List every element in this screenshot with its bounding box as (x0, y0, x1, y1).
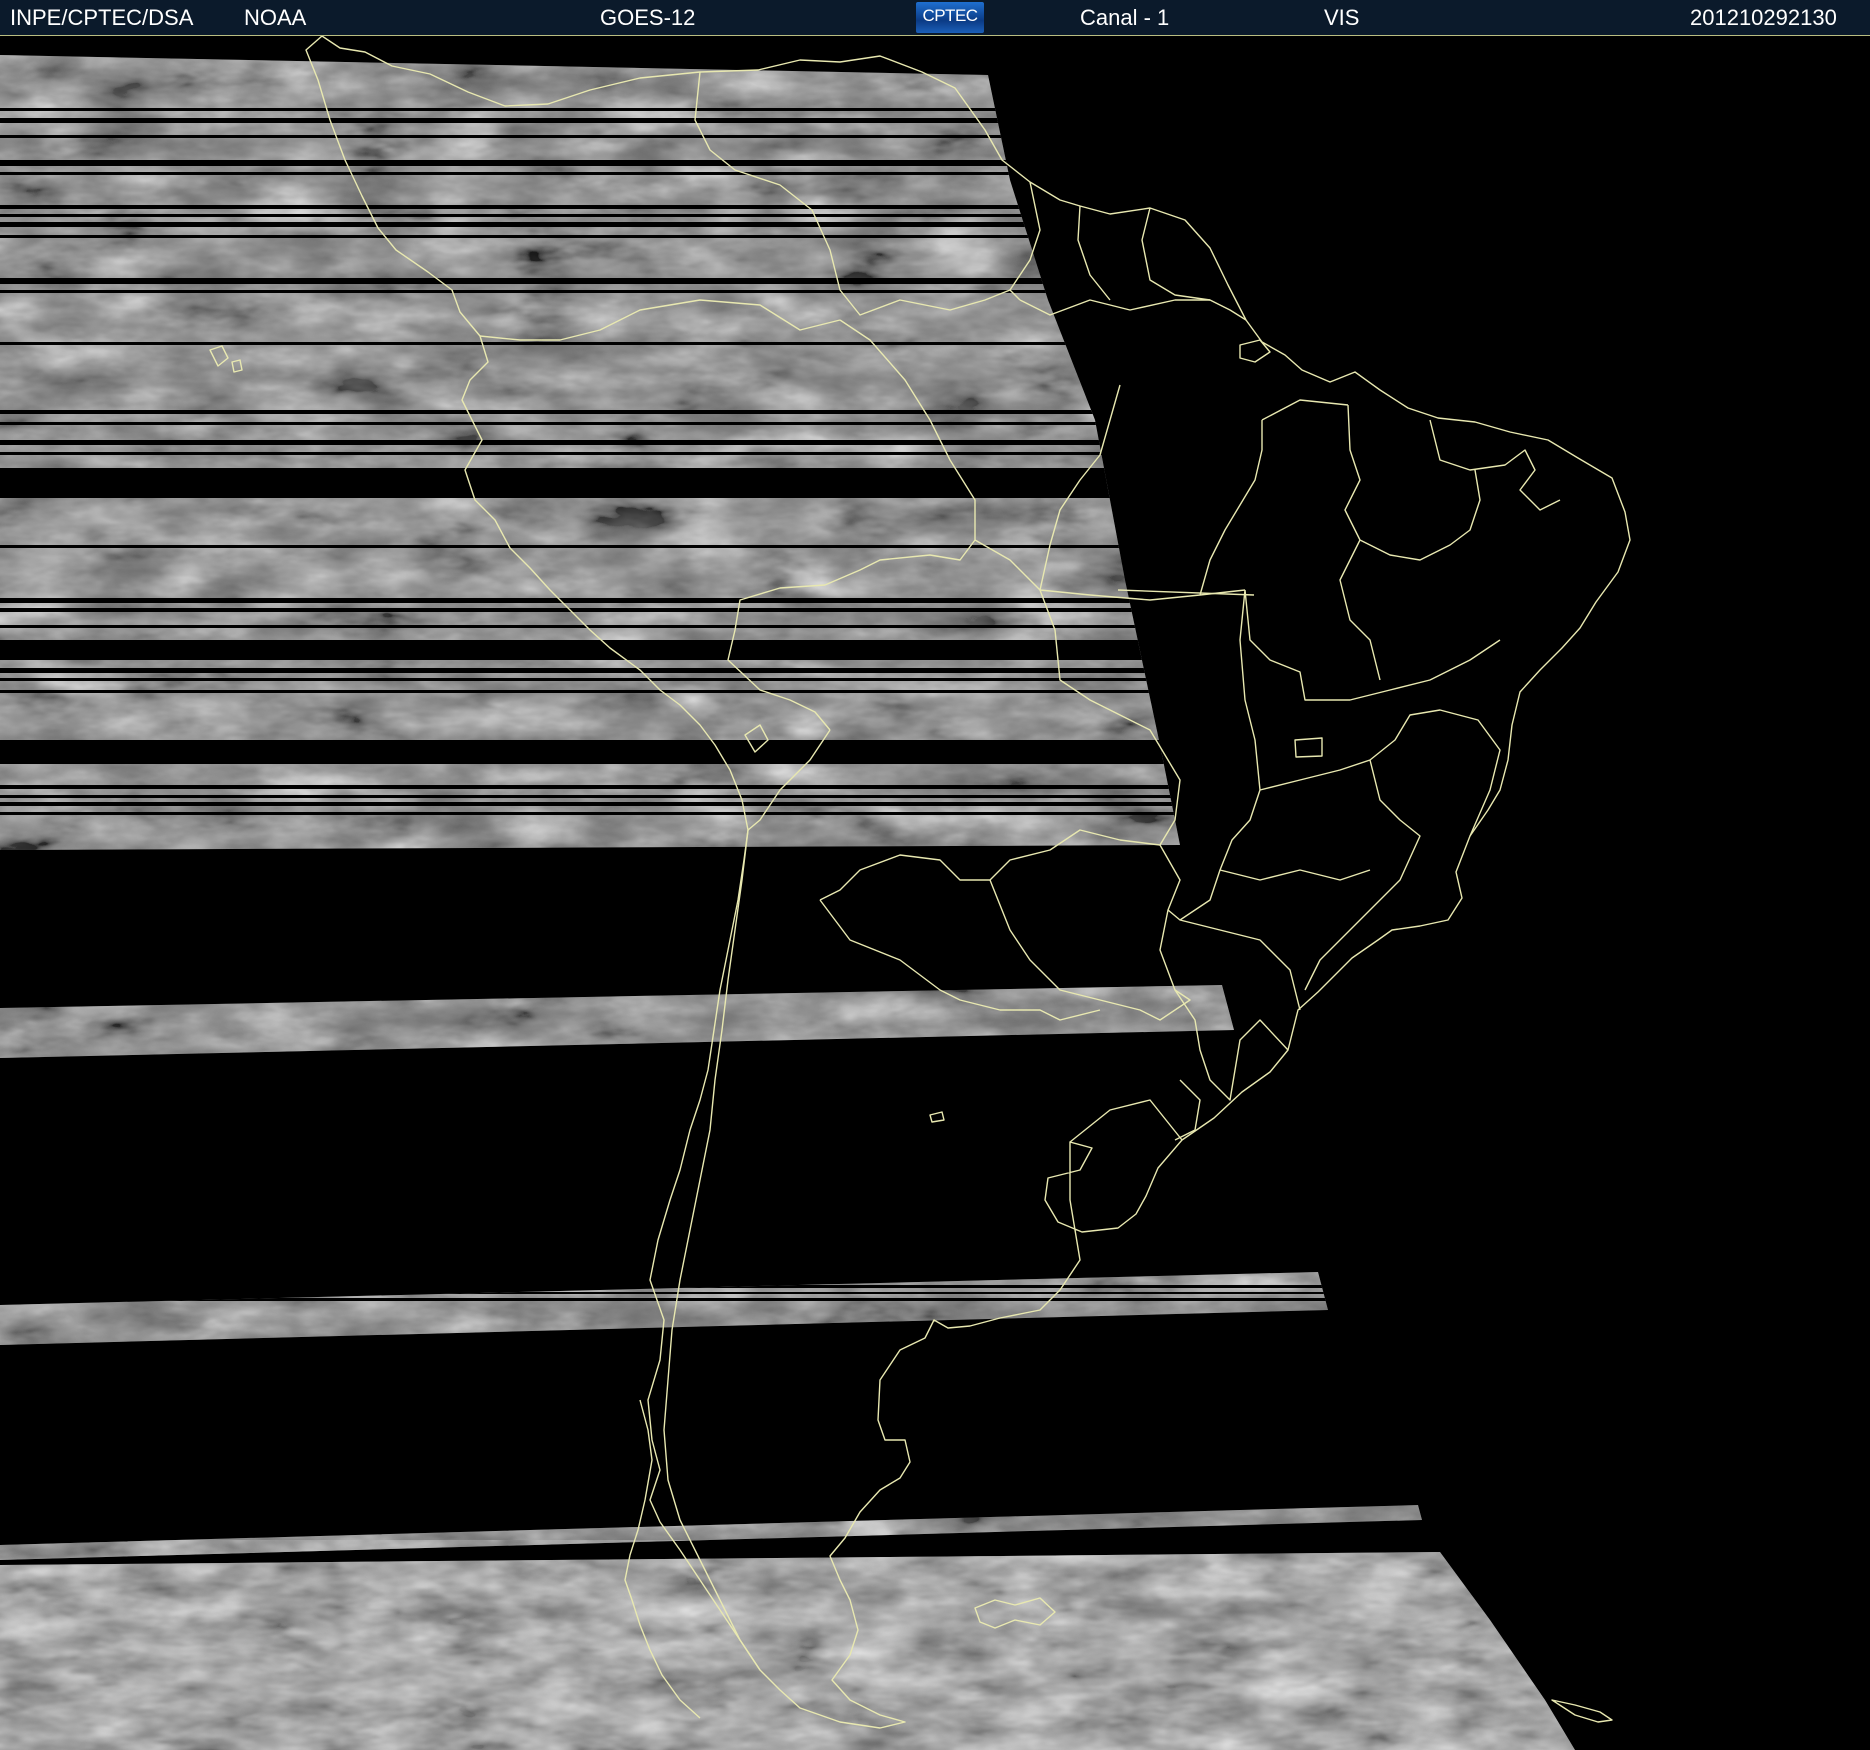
band-label: VIS (1324, 5, 1360, 30)
org-label: INPE/CPTEC/DSA (10, 5, 194, 30)
channel-label: Canal - 1 (1080, 5, 1170, 30)
agency-label: NOAA (244, 5, 307, 30)
image-header: INPE/CPTEC/DSA NOAA GOES-12 CPTEC Canal … (0, 0, 1870, 36)
timestamp-label: 201210292130 (1690, 5, 1837, 30)
satellite-label: GOES-12 (600, 5, 696, 30)
satellite-map (0, 36, 1870, 1750)
cptec-logo-icon: CPTEC (916, 2, 984, 33)
